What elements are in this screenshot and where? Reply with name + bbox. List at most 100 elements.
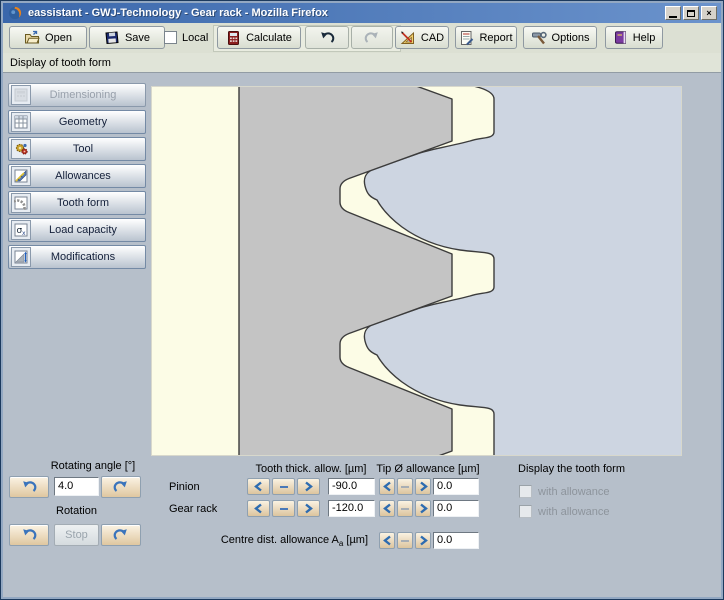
centre-dist-spinner	[379, 532, 431, 549]
dimensioning-icon	[11, 85, 31, 105]
increment-button[interactable]	[415, 500, 431, 517]
title-bar: eassistant - GWJ-Technology - Gear rack …	[3, 3, 721, 23]
content-area: Dimensioning Geometry Tool Allowances To	[3, 74, 721, 597]
tooth-form-icon	[11, 193, 31, 213]
report-icon	[459, 30, 474, 46]
maximize-button[interactable]	[683, 6, 699, 20]
reset-button[interactable]	[272, 500, 295, 517]
minimize-button[interactable]	[665, 6, 681, 20]
rack-profile	[239, 87, 452, 455]
with-allowance-label-1: with allowance	[538, 486, 610, 498]
save-button[interactable]: Save	[89, 26, 165, 49]
calculate-button[interactable]: Calculate	[217, 26, 301, 49]
rotate-ccw-button[interactable]	[9, 476, 49, 498]
gear-rack-tooth-thick-input[interactable]: -120.0	[328, 500, 375, 517]
decrement-button[interactable]	[379, 478, 395, 495]
reset-button[interactable]	[397, 478, 413, 495]
increment-button[interactable]	[415, 532, 431, 549]
toolbar: Open Save Local Calculate	[3, 23, 721, 54]
undo-button[interactable]	[305, 26, 349, 49]
increment-button[interactable]	[415, 478, 431, 495]
sidebar-item-geometry[interactable]: Geometry	[8, 110, 146, 134]
firefox-icon	[8, 6, 22, 20]
decrement-button[interactable]	[247, 478, 270, 495]
pinion-row-label: Pinion	[169, 481, 200, 493]
rotating-angle-label: Rotating angle [°]	[33, 460, 153, 472]
pinion-tip-allowance-input[interactable]: 0.0	[433, 478, 479, 495]
centre-dist-input[interactable]: 0.0	[433, 532, 479, 549]
reset-button[interactable]	[397, 532, 413, 549]
sidebar-item-dimensioning: Dimensioning	[8, 83, 146, 107]
subheader-bar: Display of tooth form	[3, 53, 721, 73]
sidebar-item-load-capacity[interactable]: σx Load capacity	[8, 218, 146, 242]
rotate-ccw-icon	[21, 480, 37, 494]
options-button[interactable]: Options	[523, 26, 597, 49]
modifications-icon	[11, 247, 31, 267]
save-label: Save	[125, 32, 150, 44]
sidebar-item-tool[interactable]: Tool	[8, 137, 146, 161]
cad-icon	[400, 30, 416, 46]
close-button[interactable]: ×	[701, 6, 717, 20]
pinion-tip-allowance-spinner	[379, 478, 431, 495]
help-book-icon	[613, 30, 628, 45]
decrement-button[interactable]	[247, 500, 270, 517]
cad-button[interactable]: CAD	[395, 26, 449, 49]
rotating-angle-input[interactable]: 4.0	[54, 477, 99, 496]
load-capacity-icon: σx	[11, 220, 31, 240]
sidebar-label: Load capacity	[31, 224, 135, 236]
undo-icon	[319, 31, 335, 45]
open-label: Open	[45, 32, 72, 44]
with-allowance-label-2: with allowance	[538, 506, 610, 518]
calculate-label: Calculate	[246, 32, 292, 44]
tool-gears-icon	[11, 139, 31, 159]
display-tooth-form-title: Display the tooth form	[518, 463, 625, 475]
increment-button[interactable]	[297, 478, 320, 495]
subheader-title: Display of tooth form	[10, 57, 111, 69]
options-label: Options	[552, 32, 590, 44]
sidebar-item-modifications[interactable]: Modifications	[8, 245, 146, 269]
increment-button[interactable]	[297, 500, 320, 517]
sidebar-label: Tooth form	[31, 197, 135, 209]
report-button[interactable]: Report	[455, 26, 517, 49]
tip-allowance-header: Tip Ø allowance [µm]	[371, 463, 485, 475]
tooth-form-canvas	[151, 86, 682, 456]
redo-button[interactable]	[351, 26, 393, 49]
rotation-cw-button[interactable]	[101, 524, 141, 546]
open-button[interactable]: Open	[9, 26, 87, 49]
rotate-cw-button[interactable]	[101, 476, 141, 498]
sidebar-label: Allowances	[31, 170, 135, 182]
stop-button: Stop	[54, 524, 99, 546]
with-allowance-checkbox-1	[519, 485, 532, 498]
svg-text:x: x	[22, 230, 26, 237]
rotation-ccw-button[interactable]	[9, 524, 49, 546]
rotation-label: Rotation	[54, 505, 99, 517]
gear-rack-tip-allowance-input[interactable]: 0.0	[433, 500, 479, 517]
with-allowance-checkbox-2	[519, 505, 532, 518]
sidebar-item-allowances[interactable]: Allowances	[8, 164, 146, 188]
application-window: eassistant - GWJ-Technology - Gear rack …	[0, 0, 724, 600]
pinion-tooth-thick-input[interactable]: -90.0	[328, 478, 375, 495]
options-tools-icon	[531, 30, 547, 46]
geometry-icon	[11, 112, 31, 132]
gear-mesh-drawing	[152, 87, 681, 455]
tooth-thick-header: Tooth thick. allow. [µm]	[241, 463, 381, 475]
calculator-icon	[226, 30, 241, 46]
gear-rack-tooth-thick-spinner	[247, 500, 320, 517]
gear-rack-tip-allowance-spinner	[379, 500, 431, 517]
local-label: Local	[182, 32, 208, 44]
local-checkbox-row: Local	[164, 31, 208, 44]
reset-button[interactable]	[397, 500, 413, 517]
pinion-tooth-thick-spinner	[247, 478, 320, 495]
sidebar-item-tooth-form[interactable]: Tooth form	[8, 191, 146, 215]
sidebar-label: Geometry	[31, 116, 135, 128]
sidebar-label: Tool	[31, 143, 135, 155]
decrement-button[interactable]	[379, 532, 395, 549]
open-folder-icon	[24, 30, 40, 46]
help-button[interactable]: Help	[605, 26, 663, 49]
report-label: Report	[479, 32, 512, 44]
local-checkbox[interactable]	[164, 31, 177, 44]
reset-button[interactable]	[272, 478, 295, 495]
save-floppy-icon	[104, 30, 120, 46]
decrement-button[interactable]	[379, 500, 395, 517]
rotation-ccw-icon	[21, 528, 37, 542]
